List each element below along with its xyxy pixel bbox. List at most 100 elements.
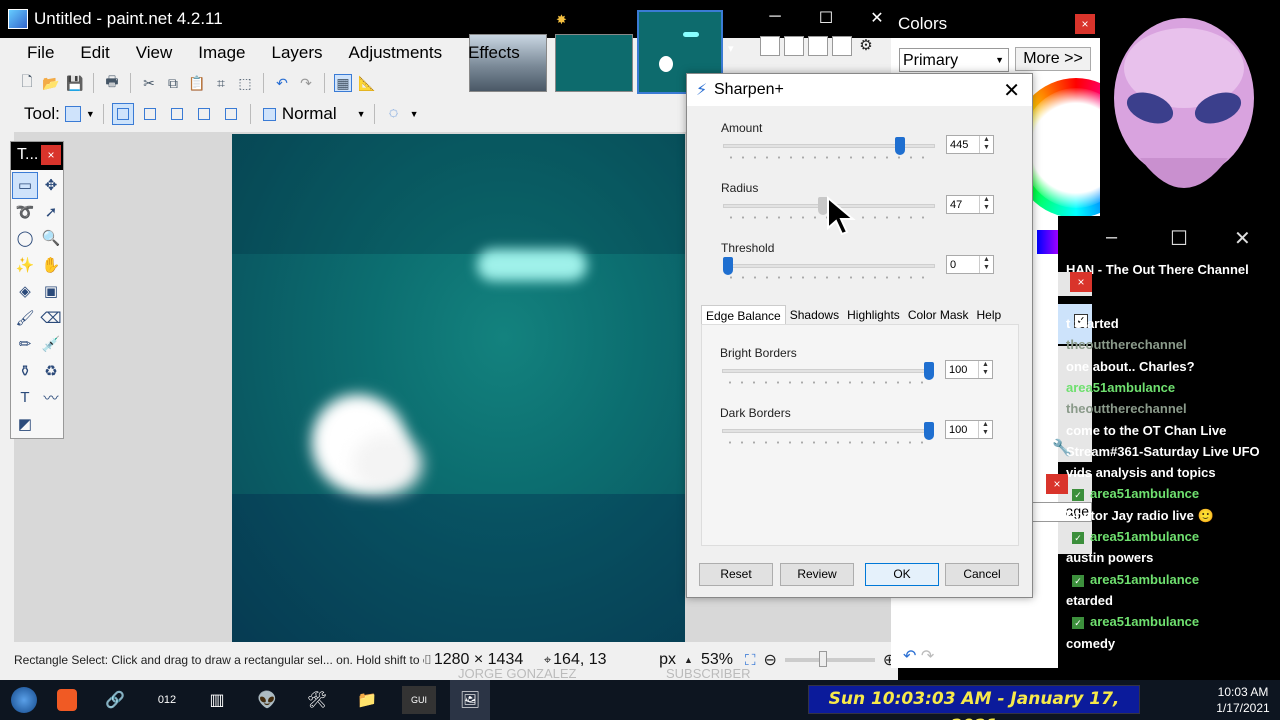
menu-edit[interactable]: Edit: [67, 40, 122, 66]
pan-tool-icon[interactable]: ✋: [38, 252, 64, 279]
menu-image[interactable]: Image: [185, 40, 258, 66]
tool-app-icon[interactable]: 🛠: [302, 686, 332, 714]
zoom-tool-icon[interactable]: 🔍: [38, 225, 64, 252]
window-app-icon[interactable]: ▥: [202, 686, 232, 714]
open-file-icon[interactable]: 📂: [42, 74, 60, 92]
move-selected-tool-icon[interactable]: ✥: [38, 172, 64, 199]
mini-close-button[interactable]: ×: [1046, 474, 1068, 494]
chat-close-icon[interactable]: ✕: [1234, 226, 1251, 251]
spin-arrows-icon[interactable]: ▲ ▼: [979, 256, 993, 273]
crop-icon[interactable]: ⌗: [212, 74, 230, 92]
ok-button[interactable]: OK: [865, 563, 939, 586]
new-file-icon[interactable]: 🗋: [18, 73, 36, 92]
rectangle-select-tool-icon[interactable]: ▭: [12, 172, 38, 199]
dark-borders-slider-thumb[interactable]: [924, 422, 934, 440]
start-button-icon[interactable]: [8, 686, 40, 714]
color-picker-tool-icon[interactable]: 💉: [38, 331, 64, 358]
chat-maximize-icon[interactable]: ☐: [1170, 226, 1188, 251]
spin-arrows-icon[interactable]: ▲ ▼: [979, 196, 993, 213]
deselect-icon[interactable]: ⬚: [236, 74, 254, 92]
dark-borders-spinbox[interactable]: 100 ▲ ▼: [945, 420, 993, 439]
thumbnail-scroll-icon[interactable]: ▾: [728, 42, 734, 55]
brave-browser-icon[interactable]: [52, 686, 82, 714]
image-thumbnail-2[interactable]: [555, 34, 633, 92]
save-icon[interactable]: 💾: [66, 74, 84, 92]
tab-help[interactable]: Help: [973, 305, 1006, 326]
move-selection-tool-icon[interactable]: ➚: [38, 199, 64, 226]
eraser-tool-icon[interactable]: ⌫: [38, 305, 64, 332]
system-clock[interactable]: 10:03 AM 1/17/2021: [1210, 684, 1276, 716]
grid-icon[interactable]: ▦: [334, 74, 352, 92]
rectangle-select-icon[interactable]: [64, 106, 81, 122]
amount-slider-thumb[interactable]: [894, 137, 905, 155]
ruler-icon[interactable]: 📐: [358, 74, 376, 92]
tab-highlights[interactable]: Highlights: [843, 305, 904, 326]
menu-file[interactable]: File: [14, 40, 67, 66]
tab-color-mask[interactable]: Color Mask: [904, 305, 973, 326]
colors-window-icon[interactable]: ◉: [832, 36, 852, 56]
redo-icon[interactable]: ↷: [921, 648, 934, 665]
alien-app-icon[interactable]: 👽: [252, 686, 282, 714]
counter-app-icon[interactable]: 012: [150, 686, 184, 714]
print-icon[interactable]: 🖶: [103, 73, 121, 92]
selection-exclude-button[interactable]: [166, 103, 188, 125]
undo-icon[interactable]: ↶: [273, 74, 291, 92]
dialog-close-button[interactable]: ✕: [1003, 78, 1020, 103]
mini-close-button[interactable]: ×: [1070, 272, 1092, 292]
paintbrush-tool-icon[interactable]: 🖌: [12, 305, 38, 332]
tools-window-icon[interactable]: ⚒: [760, 36, 780, 56]
maximize-button[interactable]: ☐: [811, 8, 841, 28]
line-curve-tool-icon[interactable]: 〰: [38, 384, 64, 411]
chevron-up-icon[interactable]: ▲: [684, 655, 693, 665]
more-colors-button[interactable]: More >>: [1015, 47, 1091, 71]
selection-mode-dropdown[interactable]: Normal ▼: [262, 104, 366, 124]
colors-close-button[interactable]: ×: [1075, 14, 1095, 34]
layers-window-icon[interactable]: ◧: [808, 36, 828, 56]
paintnet-taskbar-icon[interactable]: 🖼: [450, 680, 490, 720]
menu-adjustments[interactable]: Adjustments: [336, 40, 456, 66]
close-button[interactable]: ✕: [862, 8, 892, 28]
history-window-icon[interactable]: ◷: [784, 36, 804, 56]
tab-edge-balance[interactable]: Edge Balance: [701, 305, 786, 326]
paste-icon[interactable]: 📋: [188, 74, 206, 92]
menu-effects[interactable]: Effects: [455, 40, 533, 66]
menu-layers[interactable]: Layers: [259, 40, 336, 66]
text-tool-icon[interactable]: T: [12, 384, 38, 411]
selection-intersect-button[interactable]: [193, 103, 215, 125]
bright-borders-slider-track[interactable]: [722, 369, 934, 373]
link-app-icon[interactable]: 🔗: [100, 686, 130, 714]
gradient-tool-icon[interactable]: ▣: [38, 278, 64, 305]
selection-replace-button[interactable]: [111, 103, 134, 125]
amount-spinbox[interactable]: 445 ▲ ▼: [946, 135, 994, 154]
file-explorer-icon[interactable]: 📁: [352, 686, 382, 714]
menu-view[interactable]: View: [123, 40, 186, 66]
tools-panel-close-button[interactable]: ×: [41, 145, 61, 165]
cut-icon[interactable]: ✂: [140, 74, 158, 92]
clone-stamp-tool-icon[interactable]: ⚱: [12, 358, 38, 385]
chevron-down-icon[interactable]: ▼: [86, 109, 95, 119]
antialias-toggle-icon[interactable]: ◌: [383, 103, 405, 125]
spin-arrows-icon[interactable]: ▲ ▼: [978, 421, 992, 438]
threshold-slider-track[interactable]: [723, 264, 935, 268]
zoom-slider-thumb[interactable]: [818, 651, 827, 667]
reset-button[interactable]: Reset: [699, 563, 773, 586]
threshold-spinbox[interactable]: 0 ▲ ▼: [946, 255, 994, 274]
minimize-button[interactable]: ─: [760, 8, 790, 26]
radius-spinbox[interactable]: 47 ▲ ▼: [946, 195, 994, 214]
shapes-tool-icon[interactable]: ◩: [12, 411, 38, 438]
paint-bucket-tool-icon[interactable]: ◈: [12, 278, 38, 305]
bright-borders-slider-thumb[interactable]: [924, 362, 934, 380]
ellipse-select-tool-icon[interactable]: ◯: [12, 225, 38, 252]
chevron-down-icon[interactable]: ▼: [410, 109, 419, 119]
pencil-tool-icon[interactable]: ✏: [12, 331, 38, 358]
settings-gear-icon[interactable]: ⚙: [856, 36, 876, 56]
threshold-slider-thumb[interactable]: [723, 257, 733, 275]
primary-secondary-dropdown[interactable]: Primary ▼: [899, 48, 1009, 72]
dark-borders-slider-track[interactable]: [722, 429, 934, 433]
copy-icon[interactable]: ⧉: [164, 74, 182, 92]
recolor-tool-icon[interactable]: ♻: [38, 358, 64, 385]
spin-arrows-icon[interactable]: ▲ ▼: [979, 136, 993, 153]
bright-borders-spinbox[interactable]: 100 ▲ ▼: [945, 360, 993, 379]
cancel-button[interactable]: Cancel: [945, 563, 1019, 586]
review-button[interactable]: Review: [780, 563, 854, 586]
